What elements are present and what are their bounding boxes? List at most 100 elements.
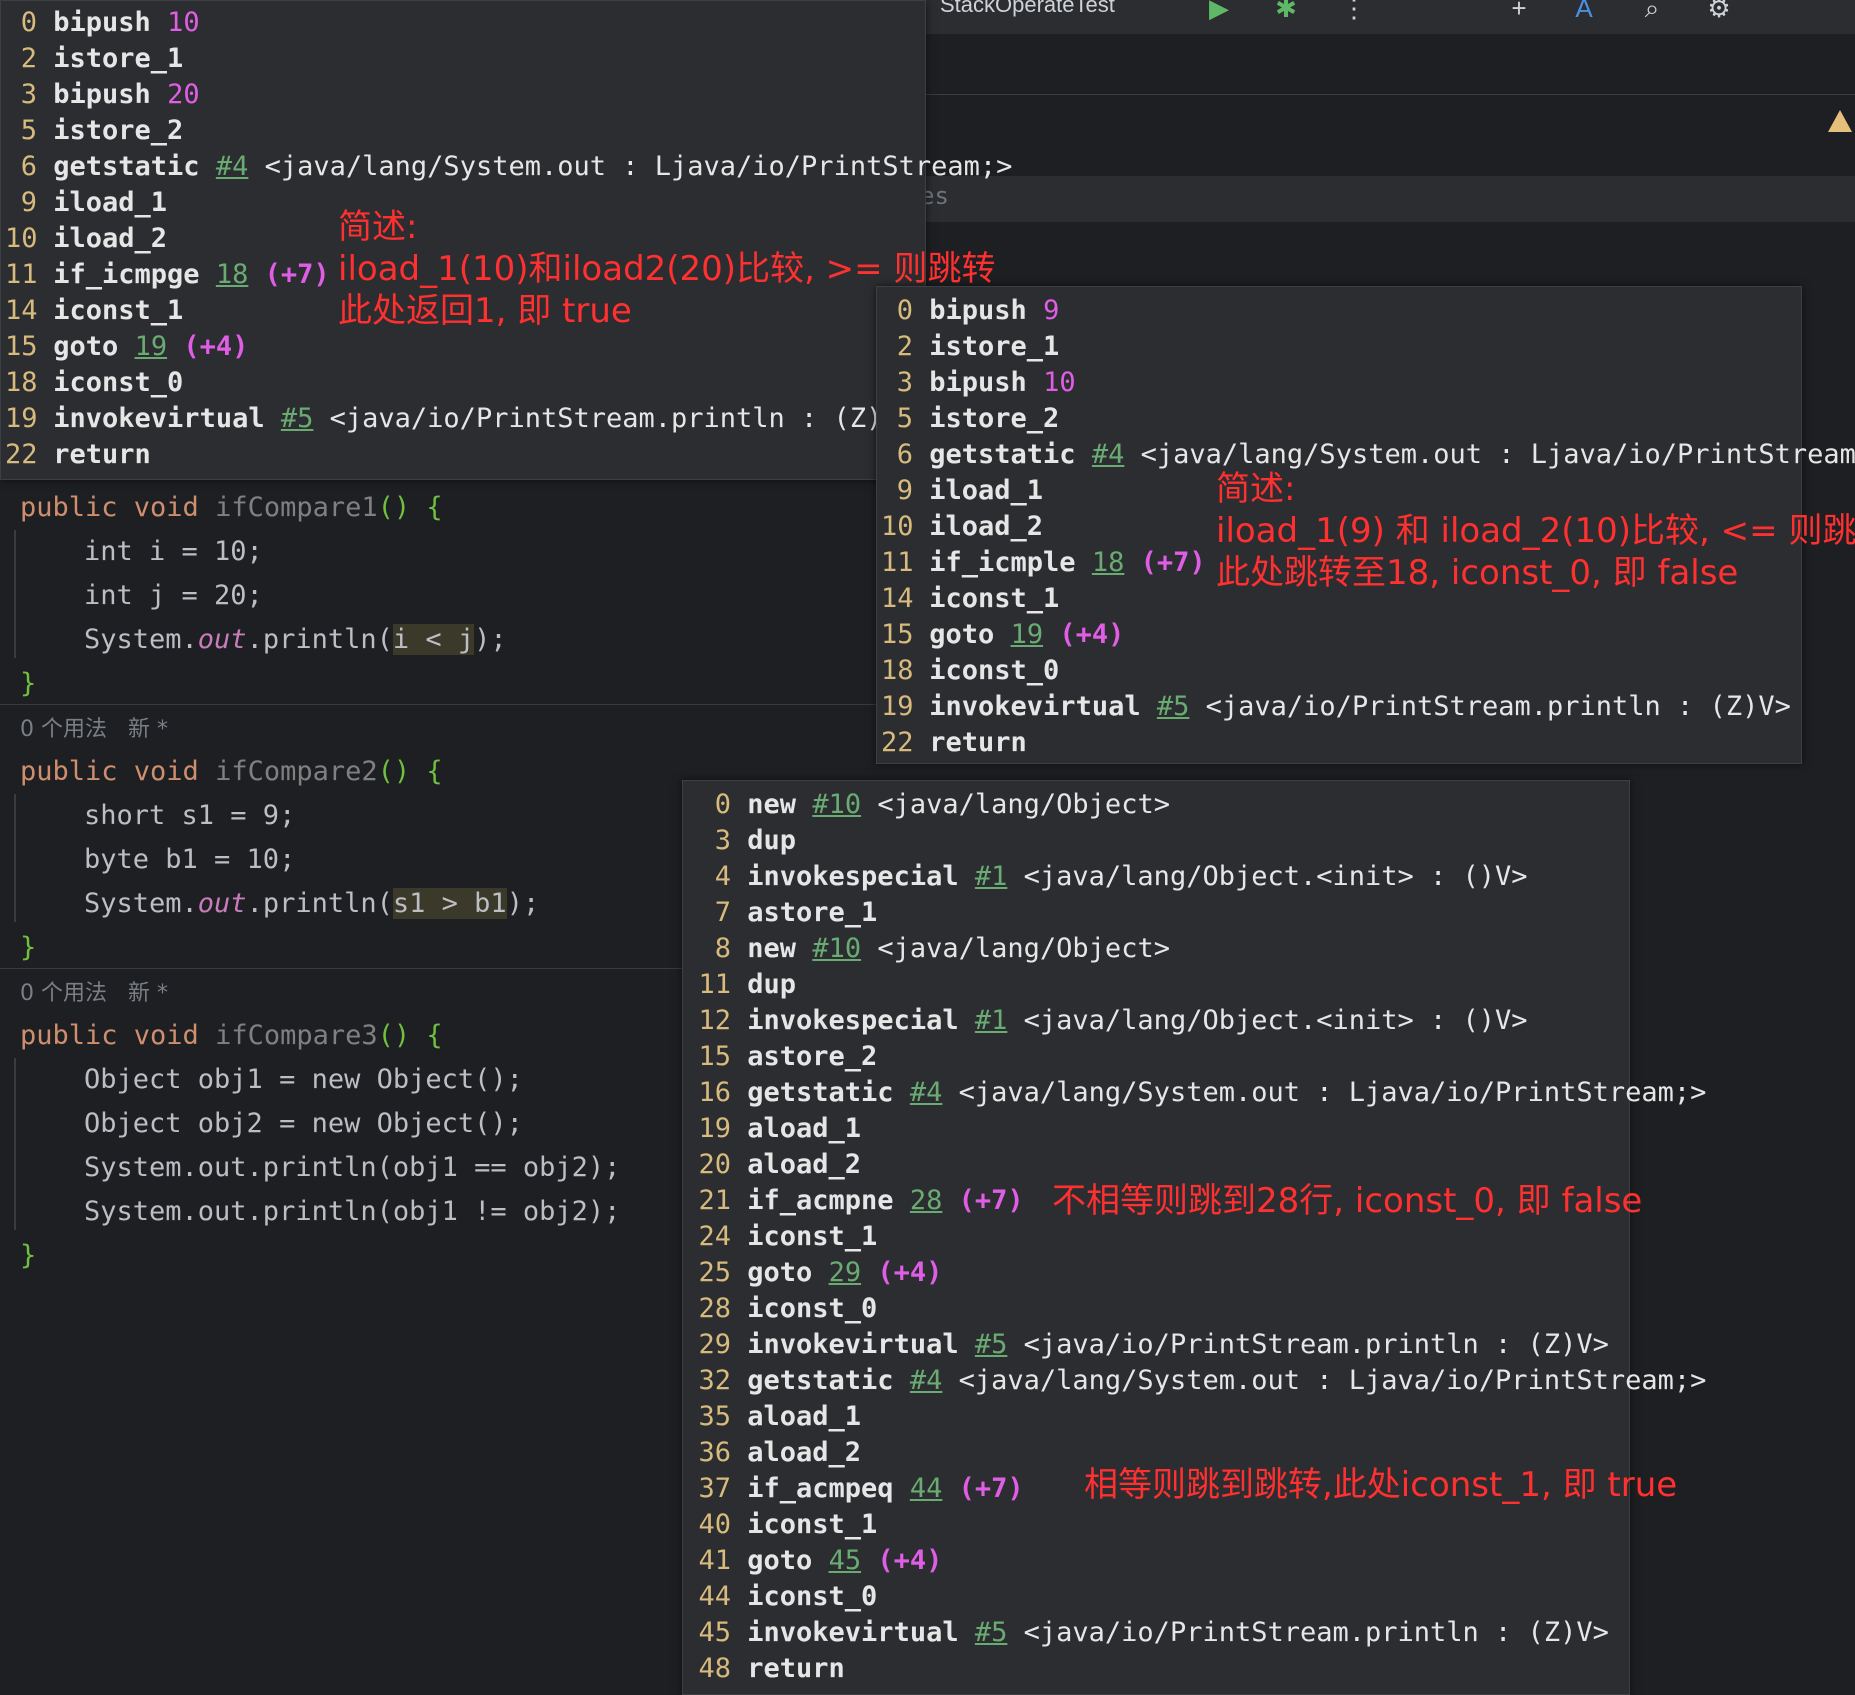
bytecode-line: 11 if_icmple 18 (+7) <box>881 545 1206 581</box>
constant-comment: <java/io/PrintStream.println : (Z)V> <box>1023 1617 1609 1648</box>
line-number: 11 <box>5 259 38 290</box>
constant-comment: <java/io/PrintStream.println : (Z)V> <box>329 403 915 434</box>
bytecode-line: 25 goto 29 (+4) <box>687 1255 942 1291</box>
bytecode-line: 35 aload_1 <box>687 1399 861 1435</box>
constant-comment: <java/lang/System.out : Ljava/io/PrintSt… <box>264 151 1013 182</box>
opcode: iload_1 <box>53 187 168 218</box>
constant-comment: <java/lang/Object> <box>877 933 1170 964</box>
constant-ref-link[interactable]: #1 <box>975 861 1008 892</box>
line-number: 14 <box>881 583 914 614</box>
bytecode-line: 2 istore_1 <box>881 329 1060 365</box>
opcode: iload_2 <box>929 511 1044 542</box>
code-line: Object obj2 = new Object(); <box>84 1108 523 1139</box>
line-number: 6 <box>20 151 37 182</box>
constant-ref-link[interactable]: #10 <box>812 933 861 964</box>
translate-icon[interactable]: A <box>1570 0 1598 22</box>
bytecode-line: 15 goto 19 (+4) <box>881 617 1124 653</box>
constant-ref-link[interactable]: #5 <box>281 403 314 434</box>
bytecode-line: 6 getstatic #4 <java/lang/System.out : L… <box>881 437 1855 473</box>
opcode: getstatic <box>747 1077 894 1108</box>
constant-ref-link[interactable]: #5 <box>975 1329 1008 1360</box>
debug-icon[interactable]: ✱ <box>1272 0 1300 22</box>
bytecode-line: 29 invokevirtual #5 <java/io/PrintStream… <box>687 1327 1608 1363</box>
usage-hint[interactable]: 0 个用法 新 * <box>20 974 168 1014</box>
line-number: 0 <box>20 7 37 38</box>
method-signature-3: public void ifCompare3() { <box>20 1020 443 1051</box>
editor-tab-strip <box>920 34 1855 95</box>
constant-ref-link[interactable]: #10 <box>812 789 861 820</box>
constant-ref-link[interactable]: 18 <box>1092 547 1125 578</box>
opcode: goto <box>929 619 995 650</box>
more-icon[interactable]: ⋮ <box>1340 0 1368 22</box>
usage-hint[interactable]: 0 个用法 新 * <box>20 710 168 750</box>
line-number: 0 <box>896 295 913 326</box>
warning-icon[interactable] <box>1828 110 1852 132</box>
indent-guide <box>14 530 16 658</box>
code-line: short s1 = 9; <box>84 800 296 831</box>
annotation-line-2: 此处跳转至18, iconst_0, 即 false <box>1216 553 1739 593</box>
constant-comment: <java/lang/Object.<init> : ()V> <box>1023 1005 1528 1036</box>
constant-ref-link[interactable]: 45 <box>829 1545 862 1576</box>
search-icon[interactable]: ⌕ <box>1638 0 1666 22</box>
bytecode-line: 9 iload_1 <box>5 185 167 221</box>
indent-guide <box>14 794 16 922</box>
opcode: invokespecial <box>747 1005 959 1036</box>
annotation-line-1: iload_1(9) 和 iload_2(10)比较, <= 则跳转 <box>1216 511 1855 551</box>
opcode: if_acmpne <box>747 1185 894 1216</box>
bytecode-line: 3 dup <box>687 823 796 859</box>
line-number: 22 <box>5 439 38 470</box>
constant-ref-link[interactable]: #5 <box>975 1617 1008 1648</box>
line-number: 6 <box>896 439 913 470</box>
constant-ref-link[interactable]: 29 <box>829 1257 862 1288</box>
run-config-selector[interactable]: StackOperateTest <box>940 0 1115 18</box>
bytecode-line: 6 getstatic #4 <java/lang/System.out : L… <box>5 149 1013 185</box>
line-number: 3 <box>714 825 731 856</box>
line-number: 5 <box>896 403 913 434</box>
ide-toolbar: StackOperateTest ▶ ✱ ⋮ + A ⌕ ⚙ <box>920 0 1855 34</box>
opcode: aload_1 <box>747 1113 862 1144</box>
operand: 9 <box>1043 295 1060 326</box>
opcode: goto <box>53 331 119 362</box>
run-icon[interactable]: ▶ <box>1205 0 1233 22</box>
bytecode-line: 10 iload_2 <box>5 221 167 257</box>
constant-ref-link[interactable]: 19 <box>1011 619 1044 650</box>
bytecode-line: 19 aload_1 <box>687 1111 861 1147</box>
add-user-icon[interactable]: + <box>1505 0 1533 22</box>
constant-ref-link[interactable]: #4 <box>910 1365 943 1396</box>
constant-ref-link[interactable]: #4 <box>216 151 249 182</box>
line-number: 0 <box>714 789 731 820</box>
constant-ref-link[interactable]: 19 <box>135 331 168 362</box>
bytecode-line: 41 goto 45 (+4) <box>687 1543 942 1579</box>
line-number: 3 <box>20 79 37 110</box>
bytecode-line: 0 bipush 10 <box>5 5 200 41</box>
opcode: istore_1 <box>929 331 1060 362</box>
opcode: invokevirtual <box>53 403 265 434</box>
bytecode-line: 19 invokevirtual #5 <java/io/PrintStream… <box>881 689 1791 725</box>
constant-ref-link[interactable]: #4 <box>910 1077 943 1108</box>
constant-ref-link[interactable]: #4 <box>1092 439 1125 470</box>
line-number: 11 <box>698 969 731 1000</box>
constant-ref-link[interactable]: 18 <box>216 259 249 290</box>
opcode: iconst_1 <box>747 1221 878 1252</box>
bytecode-line: 10 iload_2 <box>881 509 1043 545</box>
opcode: aload_2 <box>747 1149 862 1180</box>
bytecode-line: 8 new #10 <java/lang/Object> <box>687 931 1170 967</box>
constant-ref-link[interactable]: #5 <box>1157 691 1190 722</box>
bytecode-line: 48 return <box>687 1651 844 1687</box>
constant-ref-link[interactable]: 44 <box>910 1473 943 1504</box>
constant-ref-link[interactable]: 28 <box>910 1185 943 1216</box>
constant-ref-link[interactable]: #1 <box>975 1005 1008 1036</box>
bytecode-line: 3 bipush 10 <box>881 365 1076 401</box>
opcode: istore_1 <box>53 43 184 74</box>
bytecode-line: 9 iload_1 <box>881 473 1043 509</box>
line-number: 7 <box>714 897 731 928</box>
bytecode-line: 0 new #10 <java/lang/Object> <box>687 787 1170 823</box>
settings-icon[interactable]: ⚙ <box>1705 0 1733 22</box>
opcode: iload_1 <box>929 475 1044 506</box>
line-number: 20 <box>698 1149 731 1180</box>
line-number: 37 <box>698 1473 731 1504</box>
constant-comment: <java/lang/Object> <box>877 789 1170 820</box>
opcode: astore_1 <box>747 897 878 928</box>
opcode: iload_2 <box>53 223 168 254</box>
jump-offset: (+4) <box>877 1545 943 1576</box>
